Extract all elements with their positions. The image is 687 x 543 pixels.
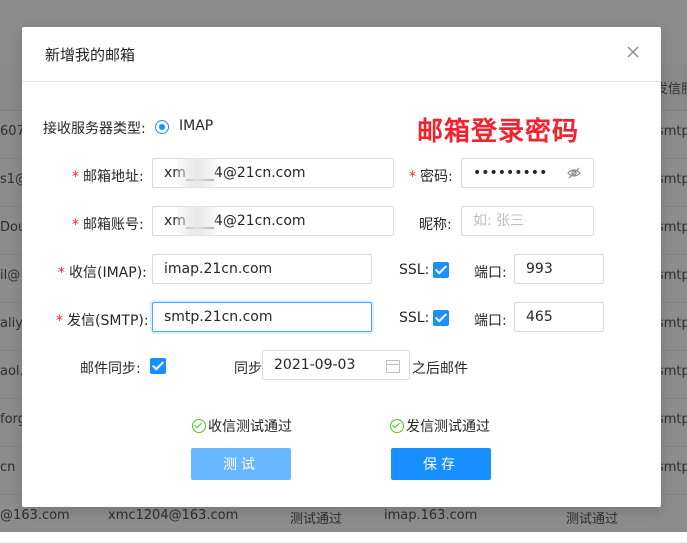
sync-prefix: 同步 bbox=[234, 361, 262, 377]
dialog-header: 新增我的邮箱 bbox=[22, 27, 661, 82]
recv-test-status: 收信测试通过 bbox=[192, 416, 292, 436]
close-icon[interactable] bbox=[625, 44, 641, 60]
smtp-ssl-checkbox[interactable] bbox=[433, 310, 449, 326]
account-label: * 邮箱账号: bbox=[72, 217, 144, 233]
sync-checkbox[interactable] bbox=[150, 358, 166, 374]
check-circle-icon bbox=[192, 419, 206, 433]
imap-radio[interactable] bbox=[155, 120, 169, 134]
nickname-field[interactable] bbox=[461, 206, 594, 236]
save-button[interactable]: 保存 bbox=[391, 448, 491, 480]
send-test-status: 发信测试通过 bbox=[390, 416, 490, 436]
calendar-icon[interactable] bbox=[386, 360, 400, 373]
redaction-mask bbox=[177, 158, 217, 188]
smtp-server-field[interactable] bbox=[152, 302, 372, 332]
sync-suffix: 之后邮件 bbox=[412, 361, 468, 377]
test-button[interactable]: 测试 bbox=[191, 448, 291, 480]
eye-invisible-icon[interactable] bbox=[567, 166, 581, 180]
imap-ssl-label: SSL: bbox=[399, 262, 430, 278]
imap-server-field[interactable] bbox=[152, 254, 372, 284]
imap-port-label: 端口: bbox=[474, 265, 507, 281]
smtp-ssl-label: SSL: bbox=[399, 310, 430, 326]
imap-port-field[interactable] bbox=[514, 254, 604, 284]
email-label: * 邮箱地址: bbox=[72, 169, 144, 185]
imap-radio-label[interactable]: IMAP bbox=[179, 118, 213, 134]
nickname-label: 昵称: bbox=[419, 217, 452, 233]
password-annotation: 邮箱登录密码 bbox=[417, 117, 580, 147]
imap-label: * 收信(IMAP): bbox=[58, 265, 147, 281]
smtp-port-label: 端口: bbox=[474, 313, 507, 329]
password-label: * 密码: bbox=[409, 169, 453, 185]
redaction-mask bbox=[177, 206, 217, 236]
smtp-port-field[interactable] bbox=[514, 302, 604, 332]
check-circle-icon bbox=[390, 419, 404, 433]
imap-ssl-checkbox[interactable] bbox=[433, 262, 449, 278]
dialog-title: 新增我的邮箱 bbox=[45, 46, 136, 64]
add-mailbox-dialog: 新增我的邮箱 接收服务器类型: IMAP 邮箱登录密码 *邮箱地址: *密码: … bbox=[22, 27, 661, 507]
smtp-label: * 发信(SMTP): bbox=[56, 313, 149, 329]
sync-label: 邮件同步: bbox=[80, 361, 141, 377]
protocol-label: 接收服务器类型: bbox=[43, 121, 146, 137]
